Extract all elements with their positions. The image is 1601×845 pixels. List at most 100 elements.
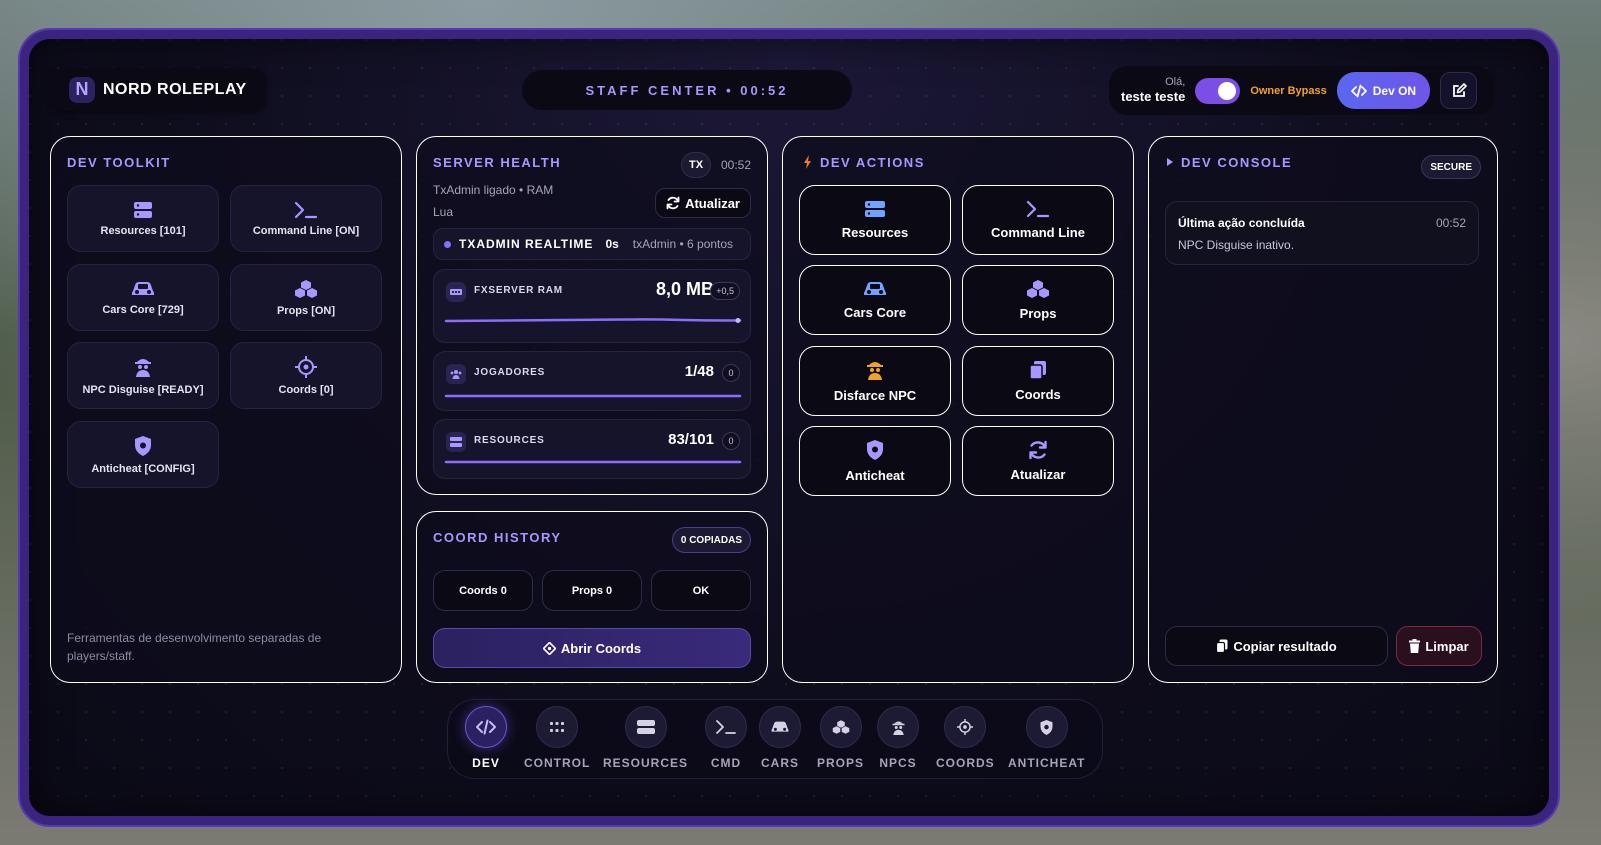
toolkit-cars-core[interactable]: Cars Core [729]	[67, 264, 219, 331]
dock-resources-circle	[624, 706, 667, 748]
action-cars-core[interactable]: Cars Core	[799, 265, 951, 335]
toolkit-anticheat-label: Anticheat [CONFIG]	[91, 462, 195, 475]
props-count-button[interactable]: Props 0	[542, 570, 642, 611]
coords-count-button[interactable]: Coords 0	[433, 570, 533, 611]
toolkit-npc-disguise[interactable]: NPC Disguise [READY]	[67, 342, 219, 409]
metric-value: 8,0 MB	[655, 279, 714, 299]
toolkit-coords[interactable]: Coords [0]	[230, 342, 382, 409]
metric-delta: 0	[722, 364, 740, 382]
dock-anticheat[interactable]: ANTICHEAT	[1008, 706, 1085, 770]
terminal-icon	[294, 201, 318, 219]
status-dot	[444, 240, 451, 248]
dock-resources[interactable]: RESOURCES	[603, 706, 688, 770]
action-props-label: Props	[1019, 306, 1057, 321]
open-coords-button[interactable]: Abrir Coords	[433, 628, 751, 668]
action-disfarce-npc[interactable]: Disfarce NPC	[799, 346, 951, 416]
dock-dev[interactable]: DEV	[465, 706, 507, 770]
dev-on-button[interactable]: Dev ON	[1336, 72, 1431, 109]
dock-cars[interactable]: CARS	[759, 706, 801, 770]
action-command-line[interactable]: Command Line	[962, 185, 1114, 255]
log-message: NPC Disguise inativo.	[1178, 238, 1295, 252]
toolkit-command-line[interactable]: Command Line [ON]	[230, 185, 382, 252]
terminal-icon	[716, 720, 736, 734]
ok-button[interactable]: OK	[651, 570, 751, 611]
action-anticheat-label: Anticheat	[845, 468, 905, 483]
refresh-button[interactable]: Atualizar	[655, 188, 751, 218]
cubes-icon	[832, 719, 850, 735]
realtime-source: txAdmin • 6 pontos	[632, 237, 734, 251]
coord-history-title: COORD HISTORY	[433, 530, 562, 545]
dev-mode-toggle[interactable]	[1195, 77, 1241, 104]
log-time: 00:52	[1435, 216, 1466, 230]
disguise-icon	[133, 356, 153, 378]
dock-label: COORDS	[936, 756, 995, 770]
coord-history-panel: COORD HISTORY 0 COPIADAS Coords 0 Props …	[416, 511, 768, 683]
bolt-icon	[803, 155, 812, 169]
car-icon	[130, 280, 156, 298]
edit-button[interactable]	[1440, 72, 1478, 109]
disguise-icon	[865, 359, 885, 381]
toolkit-anticheat[interactable]: Anticheat [CONFIG]	[67, 421, 219, 488]
dock-label: CMD	[710, 756, 742, 770]
metric-label: FXSERVER RAM	[474, 285, 563, 296]
server-health-title: SERVER HEALTH	[433, 155, 562, 170]
dock-label: PROPS	[817, 756, 865, 770]
disguise-icon	[891, 719, 906, 736]
server-health-time: 00:52	[720, 158, 751, 172]
action-props[interactable]: Props	[962, 265, 1114, 335]
action-atualizar-label: Atualizar	[1010, 467, 1066, 482]
dev-console-panel: DEV CONSOLE SECURE Última ação concluída…	[1148, 136, 1498, 683]
dock-control[interactable]: CONTROL	[524, 706, 590, 770]
dock-npcs-circle	[877, 706, 919, 748]
server-icon	[636, 720, 655, 734]
dock-label: NPCS	[879, 756, 917, 770]
metric-jogadores: JOGADORES 1/48 0	[433, 351, 751, 411]
action-atualizar[interactable]: Atualizar	[962, 426, 1114, 496]
dock-label: DEV	[472, 756, 500, 770]
brand: N NORD ROLEPLAY	[51, 68, 266, 111]
resources-sparkline	[444, 460, 742, 464]
car-icon	[770, 720, 790, 734]
metric-value: 1/48	[684, 363, 714, 380]
terminal-icon	[1026, 200, 1050, 218]
server-icon	[133, 201, 153, 219]
secure-badge: SECURE	[1421, 155, 1481, 179]
crosshair-icon	[542, 641, 556, 655]
copy-result-button[interactable]: Copiar resultado	[1165, 626, 1388, 666]
dock-label: CARS	[760, 756, 799, 770]
toolkit-resources[interactable]: Resources [101]	[67, 185, 219, 252]
dev-actions-panel: DEV ACTIONS Resources Command Line Cars …	[782, 136, 1134, 683]
ram-sparkline	[444, 318, 742, 323]
server-health-panel: SERVER HEALTH TX 00:52 TxAdmin ligado • …	[416, 136, 768, 495]
dev-toolkit-title: DEV TOOLKIT	[67, 155, 171, 170]
dev-console-title: DEV CONSOLE	[1167, 155, 1292, 170]
dock-coords[interactable]: COORDS	[936, 706, 995, 770]
clear-label: Limpar	[1425, 638, 1469, 654]
trash-icon	[1409, 639, 1421, 653]
metric-label: JOGADORES	[474, 367, 546, 378]
copy-result-label: Copiar resultado	[1233, 638, 1337, 654]
grid-icon	[550, 722, 565, 732]
dock-control-circle	[536, 706, 579, 748]
realtime-value: 0s	[605, 237, 619, 251]
server-icon	[864, 200, 886, 218]
action-cars-core-label: Cars Core	[843, 305, 907, 320]
greeting-label: Olá,	[1165, 76, 1186, 89]
action-resources[interactable]: Resources	[799, 185, 951, 255]
top-bar: Olá, teste teste Owner Bypass Dev ON	[1109, 66, 1495, 115]
toolkit-props-label: Props [ON]	[276, 304, 336, 317]
metric-fxserver-ram: FXSERVER RAM 8,0 MB +0,5	[433, 269, 751, 343]
car-icon	[862, 280, 888, 298]
dock-cmd[interactable]: CMD	[705, 706, 747, 770]
dock-props[interactable]: PROPS	[817, 706, 864, 770]
brand-logo: N	[69, 76, 95, 103]
server-health-subtitle-1: TxAdmin ligado • RAM	[433, 183, 554, 197]
action-anticheat[interactable]: Anticheat	[799, 426, 951, 496]
dock-cmd-circle	[705, 706, 747, 748]
toolkit-props[interactable]: Props [ON]	[230, 264, 382, 331]
action-coords[interactable]: Coords	[962, 346, 1114, 416]
dock-npcs[interactable]: NPCS	[877, 706, 919, 770]
toolkit-note: Ferramentas de desenvolvimento separadas…	[67, 631, 322, 663]
memory-icon	[446, 282, 466, 302]
clear-button[interactable]: Limpar	[1396, 626, 1482, 666]
